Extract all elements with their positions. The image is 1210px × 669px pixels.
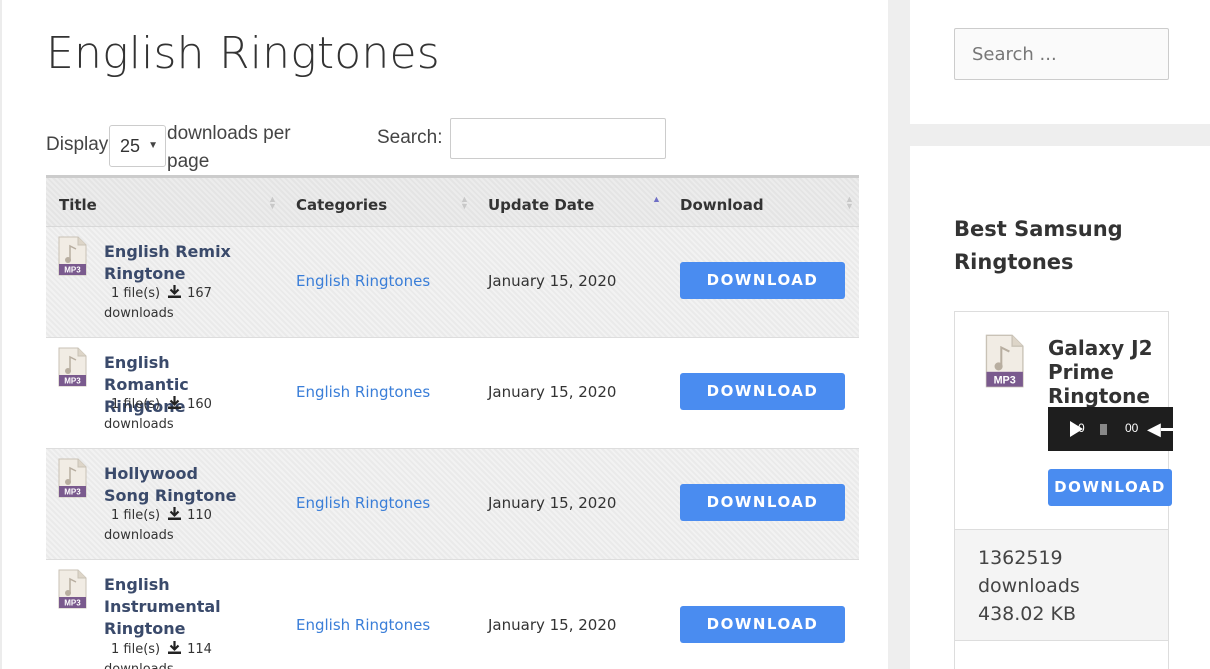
download-button[interactable]: DOWNLOAD: [680, 484, 845, 521]
ringtone-card-title[interactable]: Galaxy J2 Prime Ringtone: [1048, 336, 1168, 408]
downloads-label: downloads: [104, 662, 174, 669]
header-categories[interactable]: Categories: [296, 196, 387, 214]
sort-icon[interactable]: ▲ ▼: [268, 195, 277, 211]
page-title: English Ringtones: [46, 28, 440, 79]
download-arrow-icon: [168, 396, 182, 409]
page-length-select[interactable]: 25 ▼: [109, 125, 166, 167]
card-file-size: 438.02 KB: [978, 603, 1077, 625]
audio-player[interactable]: 0 00 ◀: [1048, 407, 1173, 451]
audio-total-time: 00: [1125, 421, 1139, 435]
ringtone-card-stats: 1362519 downloads 438.02 KB: [955, 529, 1168, 640]
mp3-file-icon: MP3: [58, 347, 87, 387]
download-button[interactable]: DOWNLOAD: [680, 262, 845, 299]
file-count: 1 file(s): [111, 397, 161, 412]
sort-icon[interactable]: ▲ ▼: [460, 195, 469, 211]
mp3-file-icon: MP3: [58, 236, 87, 276]
card-download-button[interactable]: DOWNLOAD: [1048, 469, 1172, 506]
download-button[interactable]: DOWNLOAD: [680, 373, 845, 410]
table-row: MP3 English Romantic Ringtone 1 file(s) 1…: [46, 338, 859, 449]
sort-asc-icon[interactable]: ▲: [652, 195, 661, 204]
row-title-link[interactable]: English Remix Ringtone: [104, 241, 244, 285]
sort-icon[interactable]: ▲ ▼: [845, 195, 854, 211]
download-count: 114: [187, 642, 212, 657]
sidebar-gap: [910, 124, 1210, 146]
row-meta: 1 file(s) 110 downloads: [104, 506, 244, 546]
row-meta: 1 file(s) 160 downloads: [104, 395, 244, 435]
downloads-table: Title ▲ ▼ Categories ▲ ▼ Update Date ▲ Dow…: [46, 175, 859, 669]
widget-title: Best Samsung Ringtones: [954, 217, 1123, 274]
svg-text:MP3: MP3: [64, 599, 81, 608]
card-stats-text: 1362519 downloads 438.02 KB: [978, 544, 1080, 628]
header-title[interactable]: Title: [59, 196, 97, 214]
row-category-link[interactable]: English Ringtones: [296, 494, 430, 512]
table-search-label: Search:: [377, 127, 443, 148]
row-category-link[interactable]: English Ringtones: [296, 383, 430, 401]
mp3-file-icon: MP3: [58, 458, 87, 498]
display-suffix: downloads per page: [167, 123, 291, 172]
row-meta: 1 file(s) 167 downloads: [104, 284, 244, 324]
svg-text:MP3: MP3: [64, 266, 81, 275]
download-count: 167: [187, 286, 212, 301]
svg-text:MP3: MP3: [994, 374, 1016, 386]
page-length-value: 25: [120, 136, 141, 156]
card-downloads-label: downloads: [978, 575, 1080, 597]
audio-progress-bar[interactable]: [1100, 424, 1107, 435]
download-arrow-icon: [168, 285, 182, 298]
audio-current-time: 0: [1078, 421, 1085, 435]
file-count: 1 file(s): [111, 642, 161, 657]
svg-text:MP3: MP3: [64, 377, 81, 386]
download-arrow-icon: [168, 641, 182, 654]
table-row: MP3 English Instrumental Ringtone 1 file…: [46, 560, 859, 669]
ringtone-card-next: [954, 641, 1169, 669]
ringtone-card-body: MP3 Galaxy J2 Prime Ringtone 0 00 ◀ DOWN…: [955, 312, 1173, 529]
row-title-link[interactable]: Hollywood Song Ringtone: [104, 463, 244, 507]
table-header: Title ▲ ▼ Categories ▲ ▼ Update Date ▲ Dow…: [46, 178, 859, 227]
file-count: 1 file(s): [111, 286, 161, 301]
gutter: [888, 0, 910, 669]
row-update-date: January 15, 2020: [488, 383, 617, 401]
volume-slider[interactable]: [1161, 428, 1173, 431]
row-update-date: January 15, 2020: [488, 616, 617, 634]
row-update-date: January 15, 2020: [488, 272, 617, 290]
volume-icon[interactable]: ◀: [1147, 419, 1161, 440]
mp3-file-icon: MP3: [985, 334, 1024, 388]
download-count: 110: [187, 508, 212, 523]
display-label: Display: [46, 134, 109, 155]
file-count: 1 file(s): [111, 508, 161, 523]
row-title-link[interactable]: English Instrumental Ringtone: [104, 574, 224, 640]
row-update-date: January 15, 2020: [488, 494, 617, 512]
card-download-count: 1362519: [978, 547, 1063, 569]
download-count: 160: [187, 397, 212, 412]
header-update-date[interactable]: Update Date: [488, 196, 594, 214]
table-row: MP3 English Remix Ringtone 1 file(s) 167 …: [46, 227, 859, 338]
sidebar-search-input[interactable]: Search ...: [954, 28, 1169, 80]
table-row: MP3 Hollywood Song Ringtone 1 file(s) 110…: [46, 449, 859, 560]
row-meta: 1 file(s) 114 downloads: [104, 640, 244, 669]
downloads-label: downloads: [104, 528, 174, 543]
download-arrow-icon: [168, 507, 182, 520]
svg-text:MP3: MP3: [64, 488, 81, 497]
row-category-link[interactable]: English Ringtones: [296, 272, 430, 290]
table-search-input[interactable]: [450, 118, 666, 159]
downloads-label: downloads: [104, 417, 174, 432]
caret-down-icon: ▼: [148, 140, 158, 151]
row-category-link[interactable]: English Ringtones: [296, 616, 430, 634]
ringtone-card: MP3 Galaxy J2 Prime Ringtone 0 00 ◀ DOWN…: [954, 311, 1173, 641]
header-download[interactable]: Download: [680, 196, 764, 214]
mp3-file-icon: MP3: [58, 569, 87, 609]
downloads-label: downloads: [104, 306, 174, 321]
download-button[interactable]: DOWNLOAD: [680, 606, 845, 643]
